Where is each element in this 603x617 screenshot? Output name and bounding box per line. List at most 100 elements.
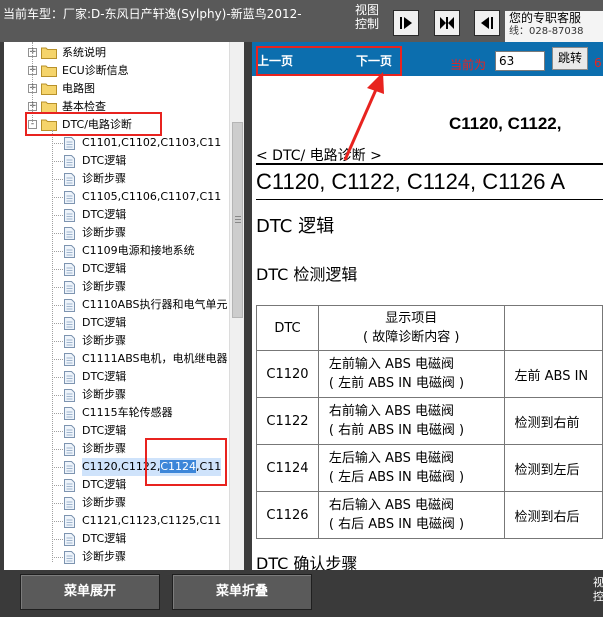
tree-item-label: 诊断步骤 (82, 550, 126, 563)
tree-item[interactable]: 诊断步骤 (4, 224, 228, 242)
page-number-input[interactable] (495, 51, 545, 71)
tree-item[interactable]: C1121,C1123,C1125,C11 (4, 512, 228, 530)
go-next-button[interactable] (393, 10, 419, 36)
cell-line: 右后输入 ABS 电磁阀 (328, 498, 455, 513)
tree-item-label: DTC逻辑 (82, 532, 127, 545)
tree-item[interactable]: C1109电源和接地系统 (4, 242, 228, 260)
display-item-cell: 左前输入 ABS 电磁阀 ( 左前 ABS IN 电磁阀 ) (317, 350, 505, 398)
tree-item[interactable]: 诊断步骤 (4, 386, 228, 404)
tree-item-label: 诊断步骤 (82, 388, 126, 401)
cell-line: ( 右后 ABS IN 电磁阀 ) (328, 517, 465, 532)
tree-item[interactable]: DTC逻辑 (4, 206, 228, 224)
tree-connector (52, 503, 63, 504)
tree-scroll-thumb[interactable] (232, 122, 243, 318)
breadcrumb: < DTC/ 电路诊断 > (256, 148, 382, 164)
display-item-cell: 右前输入 ABS 电磁阀 ( 右前 ABS IN 电磁阀 ) (317, 397, 505, 445)
tree-item[interactable]: C1101,C1102,C1103,C11 (4, 134, 228, 152)
folder-icon (41, 65, 57, 77)
table-row: C1124 左后输入 ABS 电磁阀 ( 左后 ABS IN 电磁阀 ) 检测到… (256, 444, 603, 492)
cell-line: 右前输入 ABS 电磁阀 (328, 404, 455, 419)
condition-cell: 检测到右后 (503, 491, 603, 539)
dtc-code-cell: C1122 (256, 397, 319, 445)
tree-item-label: 诊断步骤 (82, 280, 126, 293)
tree-item[interactable]: C1110ABS执行器和电气单元 (4, 296, 228, 314)
tree-connector (52, 251, 63, 252)
tree-item-label: 诊断步骤 (82, 172, 126, 185)
condition-cell: 检测到右前 (503, 397, 603, 445)
document-icon (64, 479, 75, 492)
document-icon (64, 515, 75, 528)
cell-line: 左前输入 ABS 电磁阀 (328, 357, 455, 372)
go-previous-button[interactable] (474, 10, 500, 36)
tree-item-label: DTC逻辑 (82, 262, 127, 275)
tree-item-label: C1105,C1106,C1107,C11 (82, 190, 222, 203)
tree-connector (52, 269, 63, 270)
dtc-table: DTC 显示项目 ( 故障诊断内容 ) C1120 左前输入 ABS 电磁阀 (… (256, 305, 603, 539)
page-title: C1120, C1122, C1124, C1126 A (256, 169, 566, 194)
cell-line: ( 左前 ABS IN 电磁阀 ) (328, 376, 465, 391)
tree-item[interactable]: DTC逻辑 (4, 530, 228, 548)
display-item-cell: 左后输入 ABS 电磁阀 ( 左后 ABS IN 电磁阀 ) (317, 444, 505, 492)
support-title: 您的专职客服 (509, 11, 582, 25)
jump-button[interactable]: 跳转 (552, 47, 588, 70)
tree-connector (52, 197, 63, 198)
document-icon (64, 371, 75, 384)
document-icon (64, 245, 75, 258)
tree-item[interactable]: 诊断步骤 (4, 278, 228, 296)
tree-item[interactable]: C1111ABS电机，电机继电器 (4, 350, 228, 368)
cell-line: ( 右前 ABS IN 电磁阀 ) (328, 423, 465, 438)
tree-item[interactable]: 诊断步骤 (4, 494, 228, 512)
document-icon (64, 497, 75, 510)
table-row: C1120 左前输入 ABS 电磁阀 ( 左前 ABS IN 电磁阀 ) 左前 … (256, 350, 603, 398)
condition-cell: 左前 ABS IN (503, 350, 603, 398)
tree-item-label: DTC逻辑 (82, 316, 127, 329)
tree-connector (52, 233, 63, 234)
document-icon (64, 533, 75, 546)
arrow-right-icon (400, 17, 412, 29)
tree-folder[interactable]: + 电路图 (4, 80, 228, 98)
document-icon (64, 263, 75, 276)
menu-expand-button[interactable]: 菜单展开 (20, 574, 160, 610)
tree-item-label: DTC逻辑 (82, 478, 127, 491)
document-header-title: C1120, C1122, (449, 114, 562, 133)
annotation-box-page-nav (256, 46, 402, 76)
split-arrows-icon (440, 17, 454, 29)
folder-icon (41, 83, 57, 95)
tree-item-label: C1121,C1123,C1125,C11 (82, 514, 222, 527)
tree-item[interactable]: 诊断步骤 (4, 332, 228, 350)
column-header-third (503, 305, 603, 351)
tree-connector (52, 449, 63, 450)
menu-collapse-button[interactable]: 菜单折叠 (172, 574, 312, 610)
table-row: C1126 右后输入 ABS 电磁阀 ( 右后 ABS IN 电磁阀 ) 检测到… (256, 491, 603, 539)
tree-item[interactable]: 诊断步骤 (4, 170, 228, 188)
tree-connector (52, 305, 63, 306)
tree-item[interactable]: C1115车轮传感器 (4, 404, 228, 422)
tree-connector (52, 287, 63, 288)
tree-item[interactable]: DTC逻辑 (4, 152, 228, 170)
tree-item[interactable]: DTC逻辑 (4, 260, 228, 278)
tree-item-label: C1101,C1102,C1103,C11 (82, 136, 222, 149)
menu-tree: + 系统说明 + ECU诊断信息 + 电路图 + 基本检查 - DTC/电路诊断 C1101,C11… (4, 42, 244, 570)
column-header-display-item: 显示项目 ( 故障诊断内容 ) (317, 305, 505, 351)
column-header-dtc: DTC (256, 305, 319, 351)
tree-item[interactable]: DTC逻辑 (4, 368, 228, 386)
tree-item-label: 诊断步骤 (82, 496, 126, 509)
tree-connector (52, 557, 63, 558)
tree-folder[interactable]: + 系统说明 (4, 44, 228, 62)
document-icon (64, 461, 75, 474)
tree-item[interactable]: 诊断步骤 (4, 548, 228, 566)
current-page-label: 当前为 (450, 58, 487, 72)
dtc-code-cell: C1126 (256, 491, 319, 539)
support-phone: 线：028-87038 (509, 26, 584, 37)
tree-item[interactable]: C1105,C1106,C1107,C11 (4, 188, 228, 206)
tree-item-label: DTC逻辑 (82, 208, 127, 221)
tree-connector (52, 359, 63, 360)
tree-item-label: ECU诊断信息 (62, 64, 129, 77)
tree-item[interactable]: DTC逻辑 (4, 314, 228, 332)
tree-folder[interactable]: + ECU诊断信息 (4, 62, 228, 80)
split-view-button[interactable] (434, 10, 460, 36)
document-icon (64, 443, 75, 456)
tree-scrollbar[interactable] (229, 42, 244, 570)
document-icon (64, 407, 75, 420)
tree-connector (52, 521, 63, 522)
